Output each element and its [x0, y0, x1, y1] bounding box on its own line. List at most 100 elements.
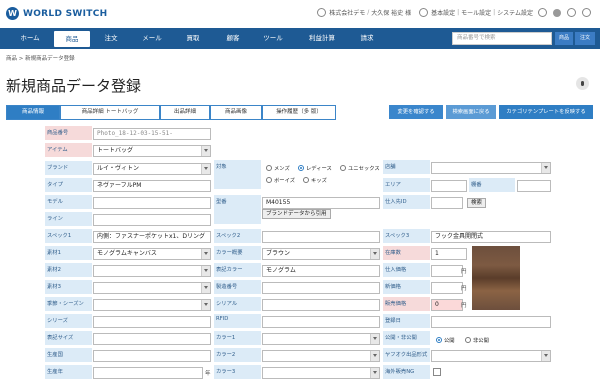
chevron-down-icon	[201, 249, 210, 259]
logout-icon[interactable]	[582, 8, 591, 17]
apply-category-template-button[interactable]: カテゴリテンプレートを反映する	[499, 105, 593, 119]
registration-date-field[interactable]	[431, 316, 551, 328]
radio-ladies[interactable]: レディース	[298, 164, 332, 172]
yen-unit: 円	[461, 286, 467, 292]
sale-price-field[interactable]: 0	[431, 299, 463, 311]
model-field[interactable]	[93, 197, 211, 209]
nav-item-purchase[interactable]: 買取	[178, 28, 208, 49]
brand-ref-button[interactable]: ブランドデータから引用	[262, 209, 331, 219]
avatar-icon[interactable]	[553, 8, 561, 17]
search-orders-button[interactable]: 注文	[575, 32, 595, 45]
nav-item-profit[interactable]: 利益計算	[300, 28, 344, 49]
nav-item-billing[interactable]: 請求	[350, 28, 384, 49]
field-label: 在庫数	[383, 246, 430, 261]
nav-item-orders[interactable]: 注文	[96, 28, 126, 49]
store-select[interactable]	[431, 162, 551, 174]
tab-product-info[interactable]: 商品情報	[6, 105, 60, 120]
nav-item-tools[interactable]: ツール	[256, 28, 290, 49]
serial-number-field[interactable]	[262, 282, 380, 294]
field-label: 対象	[214, 160, 261, 190]
microphone-icon[interactable]	[576, 77, 589, 90]
spec3-field[interactable]: フック金具開閉式	[431, 231, 551, 243]
series-field[interactable]	[93, 316, 211, 328]
product-photo[interactable]	[472, 246, 520, 310]
radio-public[interactable]: 公開	[436, 336, 455, 344]
radio-boys[interactable]: ボーイズ	[266, 176, 295, 184]
radio-kids[interactable]: キッズ	[303, 176, 327, 184]
serial-field[interactable]	[262, 299, 380, 311]
back-to-search-button[interactable]: 検索画面に戻る	[446, 105, 496, 119]
year-field[interactable]	[93, 367, 203, 379]
yahoo-format-select[interactable]	[431, 350, 551, 362]
color1-select[interactable]	[262, 333, 380, 345]
chevron-down-icon	[201, 266, 210, 276]
material2-select[interactable]	[93, 265, 211, 277]
search-input[interactable]: 商品番号で検索	[452, 32, 552, 45]
tab-product-images[interactable]: 商品画像	[210, 105, 262, 120]
nav-item-customers[interactable]: 顧客	[218, 28, 248, 49]
tab-listing-detail[interactable]: 出品詳細	[160, 105, 210, 120]
header-account: 株式会社デモ / 大久保 裕史 様 基本設定 | モール設定 | システム設定	[314, 8, 594, 17]
nav-item-mail[interactable]: メール	[134, 28, 170, 49]
page-title: 新規商品データ登録	[6, 77, 142, 95]
spec2-field[interactable]	[262, 231, 380, 243]
spec1-field[interactable]: 内側：ファスナーポケットx1、Dリング	[93, 231, 211, 243]
country-field[interactable]	[93, 350, 211, 362]
chevron-down-icon	[201, 300, 210, 310]
model-number-field[interactable]: M40155	[262, 197, 380, 209]
basic-settings-link[interactable]: 基本設定	[431, 8, 455, 17]
field-label: 仕入先ID	[383, 195, 430, 210]
radio-mens[interactable]: メンズ	[266, 164, 290, 172]
field-label: 商品番号	[45, 126, 92, 141]
field-label: ブランド	[45, 161, 92, 176]
unit-label: 年	[205, 371, 211, 377]
rfid-field[interactable]	[262, 316, 380, 328]
purchase-price-field[interactable]	[431, 265, 463, 277]
radio-private[interactable]: 非公開	[465, 336, 489, 344]
material1-select[interactable]: モノグラムキャンバス	[93, 248, 211, 260]
color-select[interactable]: ブラウン	[262, 248, 380, 260]
color3-select[interactable]	[262, 367, 380, 379]
confirm-changes-button[interactable]: 変更を確認する	[389, 105, 443, 119]
field-label: 公開・非公開	[383, 331, 430, 346]
field-label: モデル	[45, 195, 92, 210]
overseas-ng-checkbox[interactable]	[433, 368, 441, 376]
gear-icon[interactable]	[538, 8, 547, 17]
supplier-id-field[interactable]	[431, 197, 463, 209]
nav-item-home[interactable]: ホーム	[10, 28, 50, 49]
tab-history[interactable]: 操作履歴（多 版）	[262, 105, 336, 120]
tab-product-detail[interactable]: 商品詳細 トートバッグ	[60, 105, 160, 120]
list-price-field[interactable]	[431, 282, 463, 294]
display-color-field[interactable]: モノグラム	[262, 265, 380, 277]
field-label: 製造番号	[214, 280, 261, 295]
logo[interactable]: W WORLD SWITCH	[6, 7, 107, 20]
search-products-button[interactable]: 商品	[555, 32, 573, 45]
shelf-field[interactable]	[517, 180, 551, 192]
color2-select[interactable]	[262, 350, 380, 362]
system-settings-link[interactable]: システム設定	[497, 8, 533, 17]
chevron-down-icon	[370, 351, 379, 361]
material3-select[interactable]	[93, 282, 211, 294]
item-select[interactable]: トートバッグ	[93, 145, 211, 157]
season-select[interactable]	[93, 299, 211, 311]
field-label: カラー1	[214, 331, 261, 346]
stock-field[interactable]: 1	[431, 248, 467, 260]
field-label: 素材1	[45, 246, 92, 261]
info-icon[interactable]	[567, 8, 576, 17]
building-icon	[317, 8, 327, 17]
mall-settings-link[interactable]: モール設定	[461, 8, 491, 17]
field-label: タイプ	[45, 178, 92, 193]
supplier-search-button[interactable]: 検索	[467, 198, 487, 208]
size-field[interactable]	[93, 333, 211, 345]
breadcrumb: 商品 > 新規商品データ登録	[6, 56, 75, 62]
chevron-down-icon	[201, 146, 210, 156]
area-field[interactable]	[431, 180, 467, 192]
brand-select[interactable]: ルイ・ヴィトン	[93, 163, 211, 175]
type-field[interactable]: ネヴァーフルPM	[93, 180, 211, 192]
line-field[interactable]	[93, 214, 211, 226]
logo-icon: W	[6, 7, 19, 20]
nav-item-products[interactable]: 商品	[54, 31, 90, 47]
top-bar: W WORLD SWITCH 株式会社デモ / 大久保 裕史 様 基本設定 | …	[0, 0, 600, 28]
radio-unisex[interactable]: ユニセックス	[340, 164, 380, 172]
product-number-field[interactable]: Photo_18-12-03-15-51-	[93, 128, 211, 140]
